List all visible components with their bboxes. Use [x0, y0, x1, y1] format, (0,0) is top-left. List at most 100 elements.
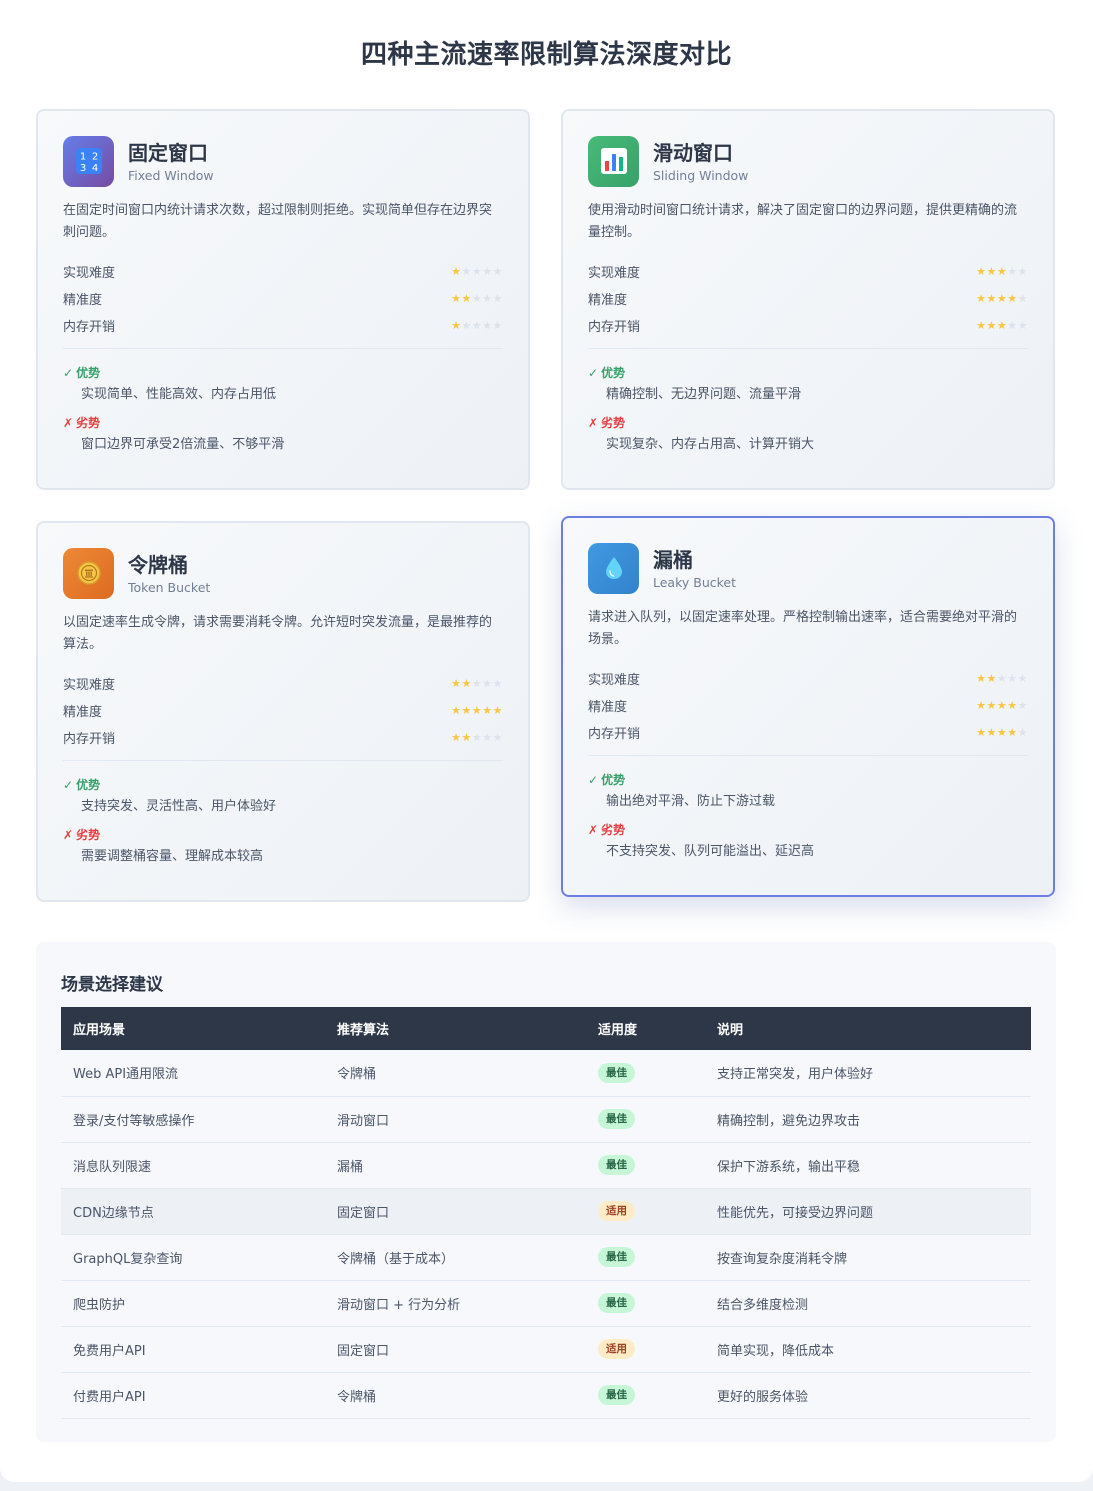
star-icon: ★ — [461, 677, 472, 690]
rating-stars: ★★★★★ — [451, 704, 503, 717]
pros-label: ✓ 优势 — [588, 366, 626, 380]
star-icon: ★ — [461, 265, 472, 278]
star-icon: ★ — [461, 731, 472, 744]
cell-note: 按查询复杂度消耗令牌 — [705, 1234, 1031, 1281]
cross-icon: ✗ — [588, 416, 599, 430]
star-icon: ★ — [471, 704, 483, 717]
star-icon: ★ — [1017, 699, 1028, 712]
card-subtitle: Sliding Window — [653, 167, 749, 183]
metric-label: 内存开销 — [588, 320, 641, 335]
metric-accuracy: 精准度 ★★★★★ — [63, 697, 503, 724]
svg-text:2: 2 — [91, 152, 97, 163]
metric-label: 精准度 — [588, 700, 628, 715]
card-leaky-bucket[interactable]: 漏桶 Leaky Bucket 请求进入队列，以固定速率处理。严格控制输出速率，… — [561, 516, 1055, 897]
metrics-list: 实现难度 ★★★★★ 精准度 ★★★★★ 内存开销 ★★★★★ — [63, 670, 503, 751]
card-title: 滑动窗口 — [653, 140, 733, 165]
star-icon: ★ — [492, 677, 503, 690]
card-sliding-window[interactable]: 滑动窗口 Sliding Window 使用滑动时间窗口统计请求，解决了固定窗口… — [561, 109, 1055, 490]
metric-label: 实现难度 — [63, 266, 116, 281]
cons-text: 窗口边界可承受2倍流量、不够平滑 — [81, 437, 285, 452]
cell-algorithm: 令牌桶 — [325, 1050, 586, 1097]
metric-memory: 内存开销 ★★★★★ — [588, 312, 1028, 339]
cell-note: 更好的服务体验 — [705, 1372, 1031, 1419]
divider — [588, 348, 1028, 349]
star-icon: ★ — [451, 265, 462, 278]
star-icon: ★ — [482, 265, 493, 278]
fit-badge: 适用 — [598, 1339, 635, 1359]
star-icon: ★ — [482, 319, 493, 332]
star-icon: ★ — [482, 731, 493, 744]
star-icon: ★ — [1017, 672, 1028, 685]
cons-label: ✗ 劣势 — [588, 416, 626, 430]
star-icon: ★ — [976, 699, 987, 712]
star-icon: ★ — [492, 731, 503, 744]
table-row: Web API通用限流 令牌桶 最佳 支持正常突发，用户体验好 — [61, 1050, 1031, 1097]
cons-label: ✗ 劣势 — [588, 823, 626, 837]
star-icon: ★ — [492, 265, 503, 278]
metric-memory: 内存开销 ★★★★★ — [588, 719, 1028, 746]
cell-scene: 付费用户API — [61, 1372, 325, 1419]
star-icon: ★ — [1017, 292, 1028, 305]
fit-badge: 最佳 — [598, 1385, 635, 1405]
star-icon: ★ — [492, 319, 503, 332]
card-description: 以固定速率生成令牌，请求需要消耗令牌。允许短时突发流量，是最推荐的算法。 — [63, 615, 493, 652]
metric-memory: 内存开销 ★★★★★ — [63, 312, 503, 339]
pros-text: 精确控制、无边界问题、流量平滑 — [606, 387, 802, 402]
card-description: 在固定时间窗口内统计请求次数，超过限制则拒绝。实现简单但存在边界突刺问题。 — [63, 203, 493, 240]
fit-badge: 最佳 — [598, 1293, 635, 1313]
cell-algorithm: 漏桶 — [325, 1142, 586, 1189]
card-title: 固定窗口 — [128, 140, 208, 165]
metric-accuracy: 精准度 ★★★★★ — [588, 285, 1028, 312]
cell-fit: 最佳 — [586, 1050, 705, 1097]
rating-stars: ★★★★★ — [976, 726, 1028, 739]
metric-memory: 内存开销 ★★★★★ — [63, 724, 503, 751]
cell-algorithm: 滑动窗口 + 行为分析 — [325, 1280, 586, 1327]
page: 四种主流速率限制算法深度对比 1 2 3 4 固定窗口 Fixed Window… — [0, 0, 1093, 1482]
star-icon: ★ — [451, 292, 462, 305]
table-row: 免费用户API 固定窗口 适用 简单实现，降低成本 — [61, 1326, 1031, 1373]
star-icon: ★ — [976, 265, 987, 278]
rating-stars: ★★★★★ — [451, 677, 503, 690]
star-icon: ★ — [471, 731, 483, 744]
star-icon: ★ — [461, 319, 472, 332]
star-icon: ★ — [1007, 292, 1018, 305]
star-icon: ★ — [1017, 726, 1028, 739]
star-icon: ★ — [461, 292, 472, 305]
star-icon: ★ — [996, 726, 1008, 739]
star-icon: ★ — [986, 672, 997, 685]
rating-stars: ★★★★★ — [451, 292, 503, 305]
card-title: 令牌桶 — [128, 552, 188, 577]
bar-chart-icon — [588, 135, 639, 187]
cross-icon: ✗ — [63, 416, 74, 430]
fit-badge: 最佳 — [598, 1109, 635, 1129]
card-title: 漏桶 — [653, 547, 693, 572]
metric-label: 内存开销 — [588, 727, 641, 742]
star-icon: ★ — [986, 319, 997, 332]
cons-text: 不支持突发、队列可能溢出、延迟高 — [606, 844, 815, 859]
svg-text:1: 1 — [79, 152, 85, 163]
cell-algorithm: 固定窗口 — [325, 1326, 586, 1373]
star-icon: ★ — [471, 319, 483, 332]
card-token-bucket[interactable]: 令牌桶 Token Bucket 以固定速率生成令牌，请求需要消耗令牌。允许短时… — [36, 521, 530, 902]
star-icon: ★ — [986, 726, 997, 739]
scenario-section: 场景选择建议 应用场景 推荐算法 适用度 说明 Web API通用限流 令牌桶 最佳… — [36, 942, 1056, 1442]
rating-stars: ★★★★★ — [976, 292, 1028, 305]
cross-icon: ✗ — [63, 828, 74, 842]
cell-fit: 最佳 — [586, 1142, 705, 1189]
star-icon: ★ — [1007, 319, 1018, 332]
cell-scene: GraphQL复杂查询 — [61, 1234, 325, 1281]
cons-label: ✗ 劣势 — [63, 416, 101, 430]
cell-algorithm: 令牌桶（基于成本） — [325, 1234, 586, 1281]
card-fixed-window[interactable]: 1 2 3 4 固定窗口 Fixed Window 在固定时间窗口内统计请求次数… — [36, 109, 530, 490]
cell-algorithm: 滑动窗口 — [325, 1096, 586, 1143]
table-row: 登录/支付等敏感操作 滑动窗口 最佳 精确控制，避免边界攻击 — [61, 1096, 1031, 1143]
pros-label: ✓ 优势 — [588, 773, 626, 787]
star-icon: ★ — [976, 726, 987, 739]
check-icon: ✓ — [63, 778, 74, 792]
star-icon: ★ — [1007, 265, 1018, 278]
star-icon: ★ — [996, 292, 1008, 305]
page-title: 四种主流速率限制算法深度对比 — [360, 40, 732, 70]
cell-note: 结合多维度检测 — [705, 1280, 1031, 1327]
star-icon: ★ — [986, 699, 997, 712]
star-icon: ★ — [976, 319, 987, 332]
